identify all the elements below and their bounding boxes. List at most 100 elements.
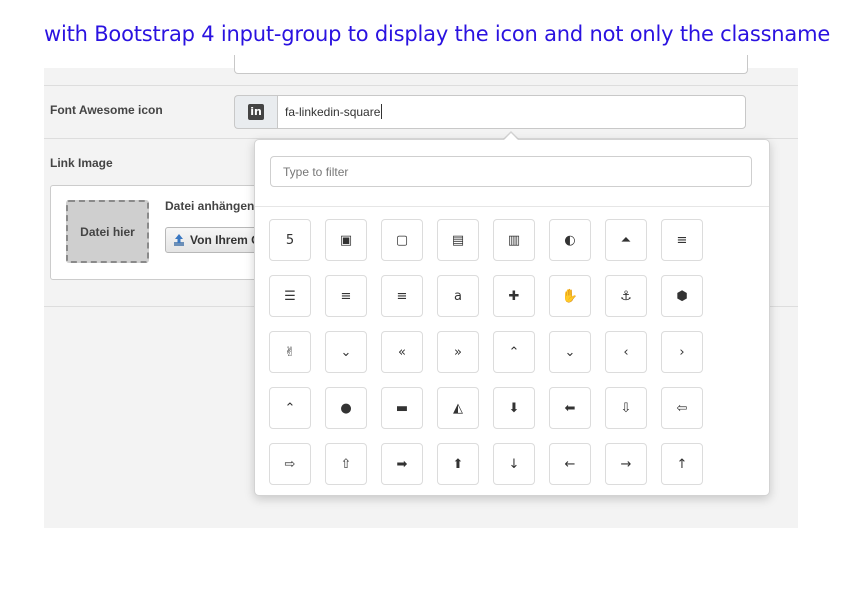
address-card-icon: ▤ — [451, 232, 465, 248]
arrow-circle-up-icon: ⬆ — [452, 456, 464, 472]
icon-tile[interactable]: ✌ — [269, 331, 311, 373]
upload-icon — [173, 233, 185, 247]
align-right-icon: ≡ — [396, 288, 408, 304]
align-left-icon: ≡ — [340, 288, 352, 304]
arrow-down-icon: ↓ — [508, 456, 520, 472]
icon-tile[interactable]: ≡ — [381, 275, 423, 317]
icon-tile[interactable]: ▥ — [493, 219, 535, 261]
500px-icon: 5 — [285, 232, 295, 248]
filter-input[interactable] — [270, 156, 752, 187]
icon-tile[interactable]: ▤ — [437, 219, 479, 261]
icon-tile[interactable]: ⇦ — [661, 387, 703, 429]
dropzone[interactable]: Datei hier — [66, 200, 149, 263]
icon-tile[interactable]: ⬆ — [437, 443, 479, 485]
angle-double-left-icon: « — [398, 344, 406, 360]
attach-label: Datei anhängen — [165, 199, 255, 213]
icon-picker-popover: 5 ▣ ▢ ▤ ▥ ◐ ⏶ ≡ ☰ ≡ ≡ a ✚ ✋ ⚓ ⬢ ✌ ⌄ « » ⌃ ⌄ ‹ › ⌃ ● ▬ ◭ ⬇ ⬅ ⇩ ⇦ ⇨ ⇧ ➡ ⬆ ↓ ← → ↑ — [254, 139, 770, 496]
icon-tile[interactable]: 5 — [269, 219, 311, 261]
previous-field[interactable] — [234, 55, 748, 74]
icon-tile[interactable]: « — [381, 331, 423, 373]
icon-classname-value: fa-linkedin-square — [285, 105, 381, 119]
icon-tile[interactable]: › — [661, 331, 703, 373]
angellist-icon: ✌ — [284, 344, 296, 360]
linkedin-square-icon: in — [248, 104, 264, 120]
address-book-o-icon: ▢ — [395, 232, 409, 248]
arrow-circle-o-down-icon: ⇩ — [620, 400, 632, 416]
icon-tile[interactable]: ⬢ — [661, 275, 703, 317]
angle-left-icon: ‹ — [623, 344, 629, 360]
icon-tile[interactable]: → — [605, 443, 647, 485]
caption-text: with Bootstrap 4 input-group to display … — [44, 22, 831, 46]
upload-button-label: Von Ihrem C — [190, 233, 257, 247]
filter-area — [255, 140, 769, 207]
dropzone-text: Datei hier — [80, 224, 135, 239]
icon-tile[interactable]: ▬ — [381, 387, 423, 429]
ambulance-icon: ✚ — [508, 288, 520, 304]
arrow-left-icon: ← — [564, 456, 576, 472]
icon-tile[interactable]: ⬅ — [549, 387, 591, 429]
icon-tile[interactable]: ≡ — [325, 275, 367, 317]
american-sign-language-icon: ✋ — [561, 288, 579, 304]
icon-preview-addon: in — [234, 95, 277, 129]
icon-tile[interactable]: ⌃ — [269, 387, 311, 429]
arrow-circle-o-right-icon: ⇨ — [284, 456, 296, 472]
android-icon: ⬢ — [676, 288, 688, 304]
address-book-icon: ▣ — [339, 232, 353, 248]
arrow-circle-o-up-icon: ⇧ — [340, 456, 352, 472]
icon-tile[interactable]: » — [437, 331, 479, 373]
popover-arrow-inner — [503, 133, 519, 141]
address-card-o-icon: ▥ — [507, 232, 521, 248]
icon-tile[interactable]: ▣ — [325, 219, 367, 261]
icon-tile[interactable]: ↑ — [661, 443, 703, 485]
icon-tile[interactable]: ⌄ — [549, 331, 591, 373]
icon-tile[interactable]: ⚓ — [605, 275, 647, 317]
align-center-icon: ≡ — [676, 232, 688, 248]
arrow-circle-right-icon: ➡ — [396, 456, 408, 472]
angle-down-icon: ⌄ — [564, 344, 576, 360]
arrow-circle-o-left-icon: ⇦ — [676, 400, 688, 416]
area-chart-icon: ◭ — [453, 400, 463, 416]
angle-right-icon: › — [679, 344, 685, 360]
arrow-up-icon: ↑ — [676, 456, 688, 472]
icon-field-label: Font Awesome icon — [50, 103, 163, 117]
arrow-circle-left-icon: ⬅ — [564, 400, 576, 416]
icon-tile[interactable]: ‹ — [605, 331, 647, 373]
arrow-right-icon: → — [620, 456, 632, 472]
text-caret — [381, 104, 382, 119]
icon-tile[interactable]: ⇩ — [605, 387, 647, 429]
icon-tile[interactable]: ⌃ — [493, 331, 535, 373]
icon-tile[interactable]: ✚ — [493, 275, 535, 317]
icon-classname-input[interactable]: fa-linkedin-square — [277, 95, 746, 129]
icon-tile[interactable]: ← — [549, 443, 591, 485]
divider — [44, 85, 798, 86]
align-justify-icon: ☰ — [284, 288, 296, 304]
icon-tile[interactable]: ⇧ — [325, 443, 367, 485]
adn-icon: ⏶ — [620, 232, 632, 248]
angle-double-down-icon: ⌄ — [340, 344, 352, 360]
anchor-icon: ⚓ — [620, 288, 632, 304]
angle-double-right-icon: » — [454, 344, 462, 360]
icon-tile[interactable]: ⌄ — [325, 331, 367, 373]
icon-tile[interactable]: ≡ — [661, 219, 703, 261]
adjust-icon: ◐ — [564, 232, 576, 248]
amazon-icon: a — [454, 288, 462, 304]
icon-tile[interactable]: a — [437, 275, 479, 317]
icon-tile[interactable]: ● — [325, 387, 367, 429]
archive-icon: ▬ — [395, 400, 409, 416]
upload-from-computer-button[interactable]: Von Ihrem C — [165, 227, 257, 253]
icon-tile[interactable]: ⏶ — [605, 219, 647, 261]
icon-tile[interactable]: ↓ — [493, 443, 535, 485]
icon-tile[interactable]: ⇨ — [269, 443, 311, 485]
angle-up-icon: ⌃ — [284, 400, 296, 416]
arrow-circle-down-icon: ⬇ — [508, 400, 520, 416]
icon-tile[interactable]: ▢ — [381, 219, 423, 261]
icon-tile[interactable]: ◐ — [549, 219, 591, 261]
icon-tile[interactable]: ✋ — [549, 275, 591, 317]
link-image-label: Link Image — [50, 156, 113, 170]
icon-tile[interactable]: ☰ — [269, 275, 311, 317]
apple-icon: ● — [340, 400, 352, 416]
angle-double-up-icon: ⌃ — [508, 344, 520, 360]
icon-tile[interactable]: ⬇ — [493, 387, 535, 429]
icon-tile[interactable]: ◭ — [437, 387, 479, 429]
icon-tile[interactable]: ➡ — [381, 443, 423, 485]
